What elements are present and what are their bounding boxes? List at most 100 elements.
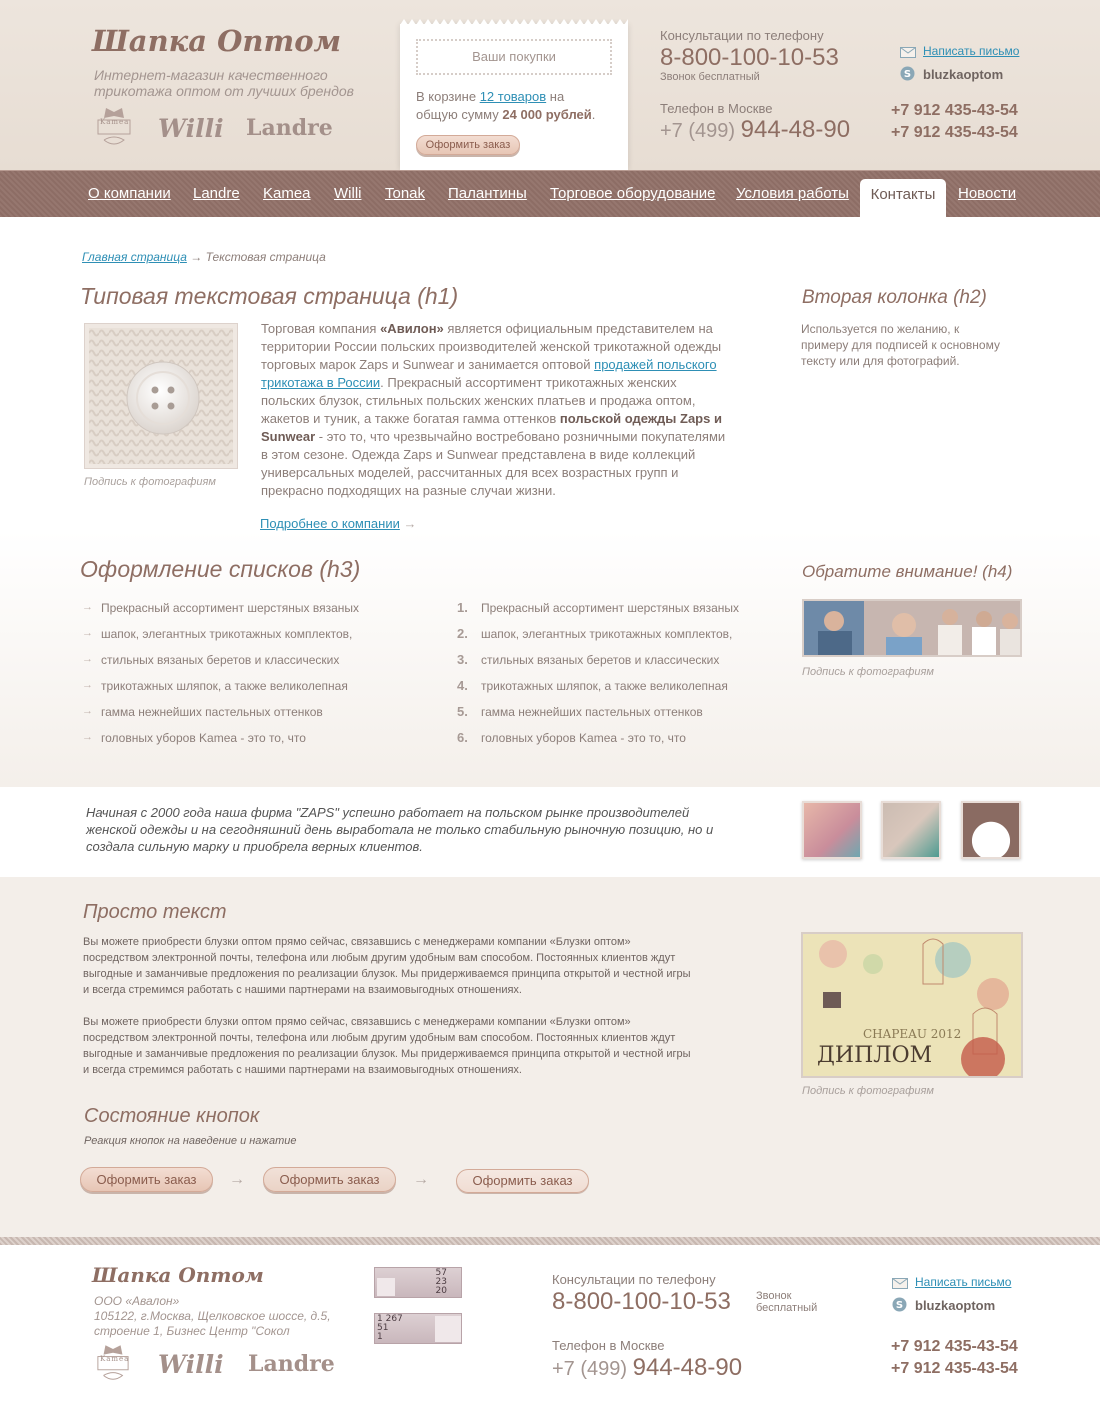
buttons-subtitle: Реакция кнопок на наведение и нажатие xyxy=(84,1135,297,1147)
plain-paragraph-2: Вы можете приобрести блузки оптом прямо … xyxy=(83,1014,691,1078)
visit-counter[interactable]: 57 23 20 xyxy=(374,1267,462,1298)
footer-envelope-icon xyxy=(892,1276,908,1289)
skype-icon: S xyxy=(900,66,915,81)
bold-segment: «Авилон» xyxy=(380,321,444,336)
cart-checkout-button[interactable]: Оформить заказ xyxy=(416,135,520,155)
landre-logo[interactable]: Landre xyxy=(246,115,333,141)
intro-paragraph-line: торговых марок Zaps и Sunwear и занимает… xyxy=(261,356,771,374)
footer-willi-logo[interactable]: Willi xyxy=(158,1350,224,1379)
site-tagline-1: Интернет-магазин качественного xyxy=(94,67,328,83)
numbered-list-item: головных уборов Kamea - это то, что xyxy=(481,731,686,745)
cart-text-2: на xyxy=(549,89,565,104)
diploma-line-1: CHAPEAU 2012 xyxy=(863,1027,961,1041)
nav-item-equipment[interactable]: Торговое оборудование xyxy=(550,185,716,202)
text-segment: универсальных моделей, рассчитанных для … xyxy=(261,465,679,480)
text-segment: Торговая компания xyxy=(261,321,381,336)
order-button-hover[interactable]: Оформить заказ xyxy=(263,1167,396,1192)
numbered-list-item: трикотажных шляпок, а также великолепная xyxy=(481,679,728,693)
sidebar-text-line: тексту или для фотографий. xyxy=(801,354,960,368)
paragraph-line: выгодные и заманчивые предложения по реа… xyxy=(83,1048,691,1060)
quote-line: создала сильную марку и приобрела верных… xyxy=(86,839,423,854)
nav-item-news[interactable]: Новости xyxy=(958,185,1016,202)
consult-label: Консультации по телефону xyxy=(660,28,824,43)
paragraph-line: и всегда стремимся работать с нашими пар… xyxy=(83,1064,522,1076)
footer-moscow-phone[interactable]: +7 (499) 944-48-90 xyxy=(552,1354,742,1382)
cart-count-link[interactable]: 12 товаров xyxy=(480,89,546,104)
diploma-image[interactable]: CHAPEAU 2012 ДИПЛОМ xyxy=(801,932,1023,1078)
polish-knitwear-link[interactable]: продажей польского xyxy=(594,357,716,372)
sidebar-text-line: Используется по желанию, к xyxy=(801,322,960,336)
sidebar-text-line: примеру для подписей к основному xyxy=(801,338,1000,352)
skype-login[interactable]: bluzkaoptom xyxy=(923,67,1003,82)
state-arrow-1: → xyxy=(229,1171,245,1188)
order-button-pressed[interactable]: Оформить заказ xyxy=(456,1169,589,1193)
list-number: 6. xyxy=(457,730,468,745)
moscow-phone[interactable]: +7 (499) 944-48-90 xyxy=(660,116,850,144)
nav-item-contacts[interactable]: Контакты xyxy=(860,179,946,218)
svg-text:S: S xyxy=(896,1300,903,1311)
footer-mobile-2[interactable]: +7 912 435-43-54 xyxy=(891,1360,1018,1378)
polish-knitwear-link[interactable]: трикотажа в России xyxy=(261,375,380,390)
numbered-list-item: шапок, элегантных трикотажных комплектов… xyxy=(481,627,733,641)
gallery-thumb-2[interactable] xyxy=(881,801,941,859)
more-about-link[interactable]: Подробнее о компании xyxy=(260,516,400,531)
order-button-normal[interactable]: Оформить заказ xyxy=(80,1167,213,1192)
footer-logo[interactable]: Шапка Оптом xyxy=(92,1263,264,1287)
list-number: 3. xyxy=(457,652,468,667)
consult-phone[interactable]: 8-800-100-10-53 xyxy=(660,44,839,72)
footer-kamea-logo[interactable] xyxy=(96,1345,130,1387)
kamea-logo[interactable] xyxy=(96,108,132,152)
site-logo[interactable]: Шапка Оптом xyxy=(92,24,341,58)
breadcrumb-home[interactable]: Главная страница xyxy=(82,250,187,264)
intro-paragraph-line: польских блузок, стильных польских женск… xyxy=(261,392,771,410)
site-footer: Шапка Оптом ООО «Авалон» 105122, г.Москв… xyxy=(0,1245,1100,1418)
free-call-note: Звонок бесплатный xyxy=(660,71,760,83)
nav-item-kamea[interactable]: Kamea xyxy=(263,185,311,202)
group-photo[interactable] xyxy=(802,599,1022,657)
intro-paragraph-line: Торговая компания «Авилон» является офиц… xyxy=(261,320,771,338)
footer-consult-phone[interactable]: 8-800-100-10-53 xyxy=(552,1288,731,1316)
nav-item-landre[interactable]: Landre xyxy=(193,185,240,202)
gallery-thumb-3[interactable] xyxy=(961,801,1021,859)
bold-segment: Sunwear xyxy=(261,429,316,444)
footer-skype-icon: S xyxy=(892,1297,907,1312)
moscow-label: Телефон в Москве xyxy=(660,101,773,116)
footer-address: ООО «Авалон» 105122, г.Москва, Щелковско… xyxy=(94,1294,331,1339)
mobile-phone-2[interactable]: +7 912 435-43-54 xyxy=(891,124,1018,142)
footer-landre-logo[interactable]: Landre xyxy=(248,1351,335,1377)
write-email-link[interactable]: Написать письмо xyxy=(923,44,1019,58)
gallery-thumb-1[interactable] xyxy=(802,801,862,859)
cart-title: Ваши покупки xyxy=(416,39,612,75)
cart-zigzag xyxy=(400,19,628,25)
breadcrumb-arrow: → xyxy=(190,250,203,264)
liveinternet-counter[interactable]: 1 267 51 1 xyxy=(374,1313,462,1344)
footer-free-line: Звонок xyxy=(756,1290,792,1302)
footer-write-email-link[interactable]: Написать письмо xyxy=(915,1275,1011,1289)
nav-item-willi[interactable]: Willi xyxy=(334,185,362,202)
people-icon xyxy=(435,1316,461,1342)
diploma-line-2: ДИПЛОМ xyxy=(817,1043,932,1068)
footer-mobile-1[interactable]: +7 912 435-43-54 xyxy=(891,1338,1018,1356)
paragraph-line: выгодные и заманчивые предложения по реа… xyxy=(83,968,691,980)
text-segment: . Прекрасный ассортимент трикотажных жен… xyxy=(380,375,677,390)
company-quote: Начиная с 2000 года наша фирма "ZAPS" ус… xyxy=(86,804,713,855)
info-section: Просто текст Вы можете приобрести блузки… xyxy=(0,877,1100,1237)
list-item: гамма нежнейших пастельных оттенков xyxy=(101,705,323,719)
breadcrumb: Главная страница → Текстовая страница xyxy=(82,250,326,264)
paragraph-line: Вы можете приобрести блузки оптом прямо … xyxy=(83,936,631,948)
footer-moscow-code: +7 (499) xyxy=(552,1358,628,1380)
footer-free-line: бесплатный xyxy=(756,1302,818,1314)
diploma-caption: Подпись к фотографиям xyxy=(802,1085,934,1097)
nav-item-tonak[interactable]: Tonak xyxy=(385,185,425,202)
quote-line: Начиная с 2000 года наша фирма "ZAPS" ус… xyxy=(86,805,690,820)
mobile-phone-1[interactable]: +7 912 435-43-54 xyxy=(891,102,1018,120)
nav-item-about[interactable]: О компании xyxy=(88,185,171,202)
footer-skype-login[interactable]: bluzkaoptom xyxy=(915,1298,995,1313)
list-bullet-arrow: → xyxy=(82,601,93,613)
willi-logo[interactable]: Willi xyxy=(158,114,224,143)
intro-paragraph-line: трикотажа в России. Прекрасный ассортиме… xyxy=(261,374,771,392)
nav-item-terms[interactable]: Условия работы xyxy=(736,185,849,202)
button-photo[interactable] xyxy=(84,323,238,469)
nav-item-scarves[interactable]: Палантины xyxy=(448,185,527,202)
footer-consult-label: Консультации по телефону xyxy=(552,1272,716,1287)
